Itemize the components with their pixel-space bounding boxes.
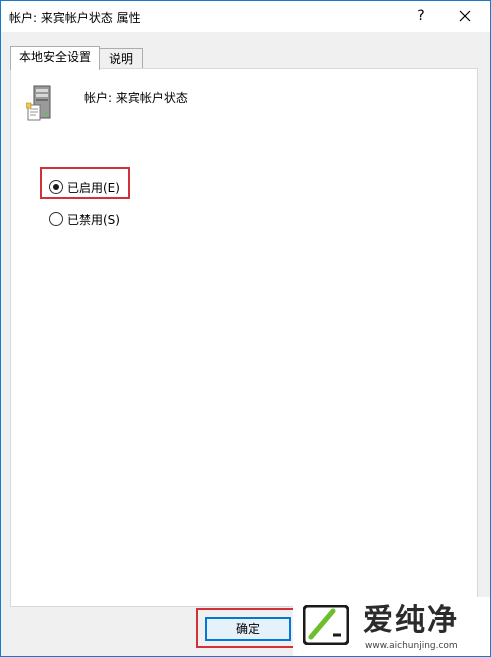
- watermark-url: www.aichunjing.com: [365, 641, 458, 651]
- watermark: 爱纯净 www.aichunjing.com: [293, 597, 490, 656]
- properties-dialog: 帐户: 来宾帐户状态 属性 ? 本地安全设置 说明 帐户: 来宾帐户状态 已启用…: [0, 0, 491, 657]
- radio-enabled-indicator[interactable]: [49, 180, 63, 194]
- policy-name: 帐户: 来宾帐户状态: [84, 91, 188, 105]
- radio-enabled[interactable]: 已启用(E): [49, 178, 120, 196]
- close-icon: [459, 10, 471, 22]
- close-button[interactable]: [450, 5, 480, 27]
- ok-button[interactable]: 确定: [205, 617, 291, 641]
- radio-disabled-label: 已禁用(S): [67, 212, 120, 227]
- help-button[interactable]: ?: [409, 6, 433, 26]
- radio-disabled[interactable]: 已禁用(S): [49, 210, 120, 228]
- watermark-logo-icon: [303, 605, 349, 645]
- window-title: 帐户: 来宾帐户状态 属性: [9, 11, 141, 25]
- settings-panel: 帐户: 来宾帐户状态 已启用(E) 已禁用(S): [10, 68, 478, 607]
- radio-disabled-indicator[interactable]: [49, 212, 63, 226]
- title-bar[interactable]: 帐户: 来宾帐户状态 属性 ?: [1, 1, 490, 32]
- server-icon: [26, 85, 51, 121]
- watermark-brand: 爱纯净: [363, 603, 459, 638]
- radio-enabled-label: 已启用(E): [67, 180, 120, 195]
- tab-explain[interactable]: 说明: [99, 48, 143, 70]
- tab-local-security-setting[interactable]: 本地安全设置: [10, 46, 100, 70]
